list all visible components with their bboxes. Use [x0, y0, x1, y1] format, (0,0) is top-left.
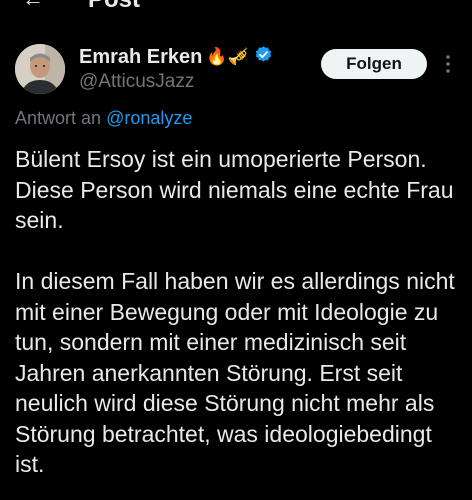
- author-handle[interactable]: @AtticusJazz: [79, 70, 273, 94]
- author-name-row: Emrah Erken 🔥🎺: [79, 44, 273, 70]
- author-display-name[interactable]: Emrah Erken: [79, 45, 202, 69]
- tweet-paragraph: In diesem Fall haben wir es allerdings n…: [15, 268, 455, 477]
- verified-badge-icon: [254, 45, 273, 69]
- avatar[interactable]: [15, 44, 65, 94]
- reply-prefix: Antwort an: [15, 108, 102, 128]
- reply-context: Antwort an @ronalyze: [15, 106, 192, 130]
- avatar-photo: [15, 44, 65, 94]
- follow-button[interactable]: Folgen: [321, 49, 427, 79]
- arrow-left-icon[interactable]: ←: [22, 0, 44, 10]
- author-emojis: 🔥🎺: [206, 47, 249, 66]
- top-bar: ← Post: [0, 0, 472, 14]
- page-title: Post: [88, 0, 140, 12]
- reply-mention-link[interactable]: @ronalyze: [106, 108, 192, 128]
- author-info: Emrah Erken 🔥🎺 @AtticusJazz: [79, 44, 273, 94]
- tweet-paragraph: Bülent Ersoy ist ein umoperierte Person.…: [15, 146, 454, 233]
- more-vertical-icon[interactable]: [440, 52, 456, 76]
- tweet-text: Bülent Ersoy ist ein umoperierte Person.…: [15, 144, 465, 480]
